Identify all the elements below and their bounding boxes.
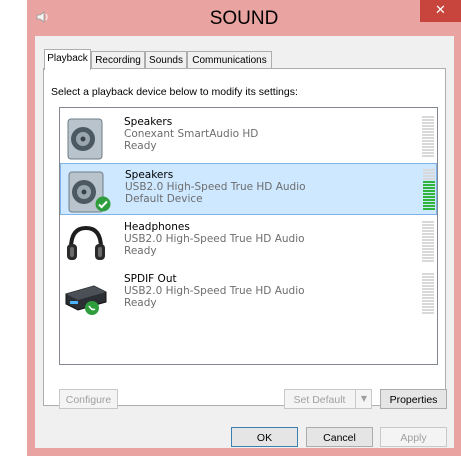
close-button[interactable]: ✕ xyxy=(420,0,461,22)
device-row[interactable]: Headphones USB2.0 High-Speed True HD Aud… xyxy=(60,216,437,268)
tab-sounds[interactable]: Sounds xyxy=(145,51,187,68)
level-meter xyxy=(422,273,434,316)
device-description: USB2.0 High-Speed True HD Audio xyxy=(125,181,306,193)
window-title: SOUND xyxy=(209,8,279,29)
level-meter xyxy=(422,116,434,159)
device-status: Ready xyxy=(124,297,157,309)
configure-button[interactable]: Configure xyxy=(59,389,118,409)
chevron-down-icon[interactable]: ▼ xyxy=(355,389,372,409)
properties-button[interactable]: Properties xyxy=(380,389,447,409)
tab-playback[interactable]: Playback xyxy=(44,49,91,70)
device-row[interactable]: SPDIF Out USB2.0 High-Speed True HD Audi… xyxy=(60,268,437,320)
tab-communications[interactable]: Communications xyxy=(187,51,272,68)
speaker-icon xyxy=(67,118,103,160)
device-name: Speakers xyxy=(125,169,174,181)
device-name: Headphones xyxy=(124,221,190,233)
spdif-receiver-icon xyxy=(65,285,107,315)
device-name: Speakers xyxy=(124,116,173,128)
title-bar[interactable]: SOUND ✕ xyxy=(27,0,461,34)
device-status: Default Device xyxy=(125,193,203,205)
device-name: SPDIF Out xyxy=(124,273,177,285)
device-description: USB2.0 High-Speed True HD Audio xyxy=(124,233,305,245)
device-list[interactable]: Speakers Conexant SmartAudio HD Ready Sp… xyxy=(59,107,438,365)
device-row[interactable]: Speakers Conexant SmartAudio HD Ready xyxy=(60,111,437,163)
ok-button[interactable]: OK xyxy=(231,427,298,447)
device-row-selected[interactable]: Speakers USB2.0 High-Speed True HD Audio… xyxy=(60,163,437,215)
apply-button[interactable]: Apply xyxy=(380,427,447,447)
set-default-split-button[interactable]: Set Default ▼ xyxy=(284,389,372,409)
cancel-button[interactable]: Cancel xyxy=(306,427,373,447)
instruction-text: Select a playback device below to modify… xyxy=(51,86,298,98)
tab-recording[interactable]: Recording xyxy=(91,51,145,68)
device-status: Ready xyxy=(124,140,157,152)
device-description: Conexant SmartAudio HD xyxy=(124,128,259,140)
default-device-check-icon xyxy=(95,196,111,212)
headphones-icon xyxy=(67,225,105,260)
sound-dialog: SOUND ✕ Playback Recording Sounds Commun… xyxy=(27,0,461,456)
device-status: Ready xyxy=(124,245,157,257)
close-icon: ✕ xyxy=(435,3,446,18)
device-description: USB2.0 High-Speed True HD Audio xyxy=(124,285,305,297)
dialog-client: Playback Recording Sounds Communications… xyxy=(35,36,454,448)
level-meter xyxy=(423,169,435,212)
level-meter xyxy=(422,221,434,264)
